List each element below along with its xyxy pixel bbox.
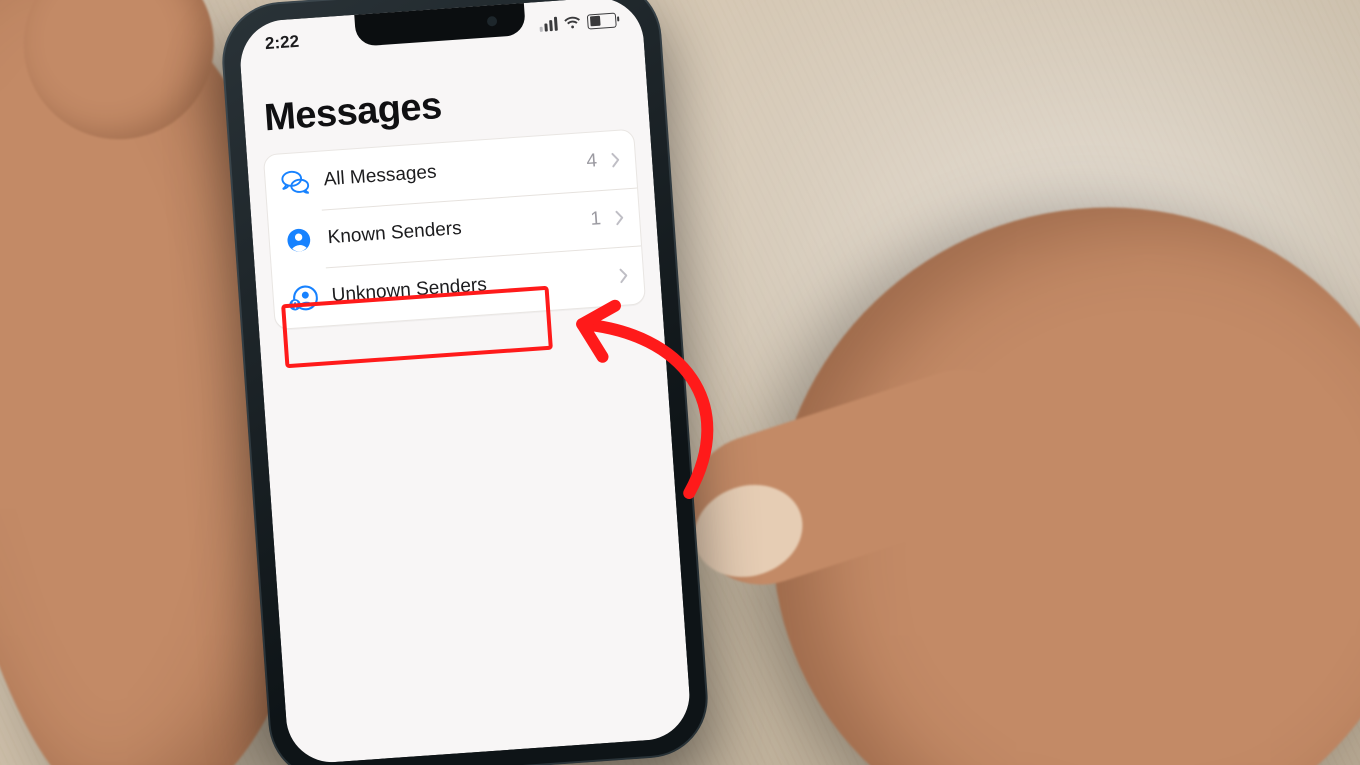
chevron-right-icon (610, 152, 621, 169)
filter-label: Known Senders (327, 210, 577, 249)
filter-label: Unknown Senders (331, 267, 592, 307)
person-question-icon (287, 282, 319, 314)
filter-list: All Messages 4 (263, 129, 646, 331)
hand-right (654, 88, 1360, 765)
chevron-right-icon (615, 209, 626, 226)
filter-count: 1 (590, 208, 602, 231)
status-time: 2:22 (264, 32, 299, 54)
phone-screen: 2:22 Messages (238, 0, 693, 765)
filter-label: All Messages (323, 152, 573, 191)
cellular-icon (539, 17, 558, 32)
chat-bubbles-icon (279, 166, 311, 198)
wifi-icon (563, 15, 582, 30)
person-circle-icon (283, 224, 315, 256)
page-title: Messages (263, 72, 629, 140)
phone-frame: 2:22 Messages (218, 0, 711, 765)
battery-icon (587, 12, 617, 29)
scene: 2:22 Messages (0, 0, 1360, 765)
filter-count: 4 (586, 150, 598, 173)
chevron-right-icon (619, 267, 630, 284)
